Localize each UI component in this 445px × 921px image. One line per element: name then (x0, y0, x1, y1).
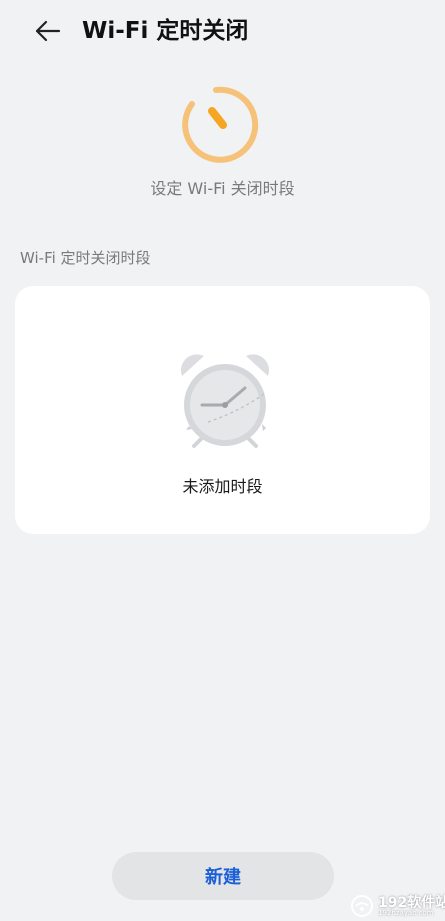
watermark-sub: 192hzayao.com (378, 909, 434, 917)
app-header: Wi-Fi 定时关闭 (0, 0, 445, 62)
wifi-logo-icon (351, 895, 373, 917)
new-button[interactable]: 新建 (112, 852, 334, 900)
arrow-left-icon (35, 20, 61, 42)
watermark: 192软件站 192hzayao.com (348, 892, 445, 921)
empty-state-text: 未添加时段 (182, 477, 263, 496)
hero-subtitle: 设定 Wi-Fi 关闭时段 (150, 179, 295, 198)
time-slot-card: 未添加时段 (15, 286, 430, 534)
timer-icon (182, 86, 259, 163)
section-label: Wi-Fi 定时关闭时段 (20, 249, 151, 267)
alarm-clock-icon (180, 354, 270, 448)
back-button[interactable] (30, 14, 64, 48)
page-title: Wi-Fi 定时关闭 (82, 18, 249, 44)
